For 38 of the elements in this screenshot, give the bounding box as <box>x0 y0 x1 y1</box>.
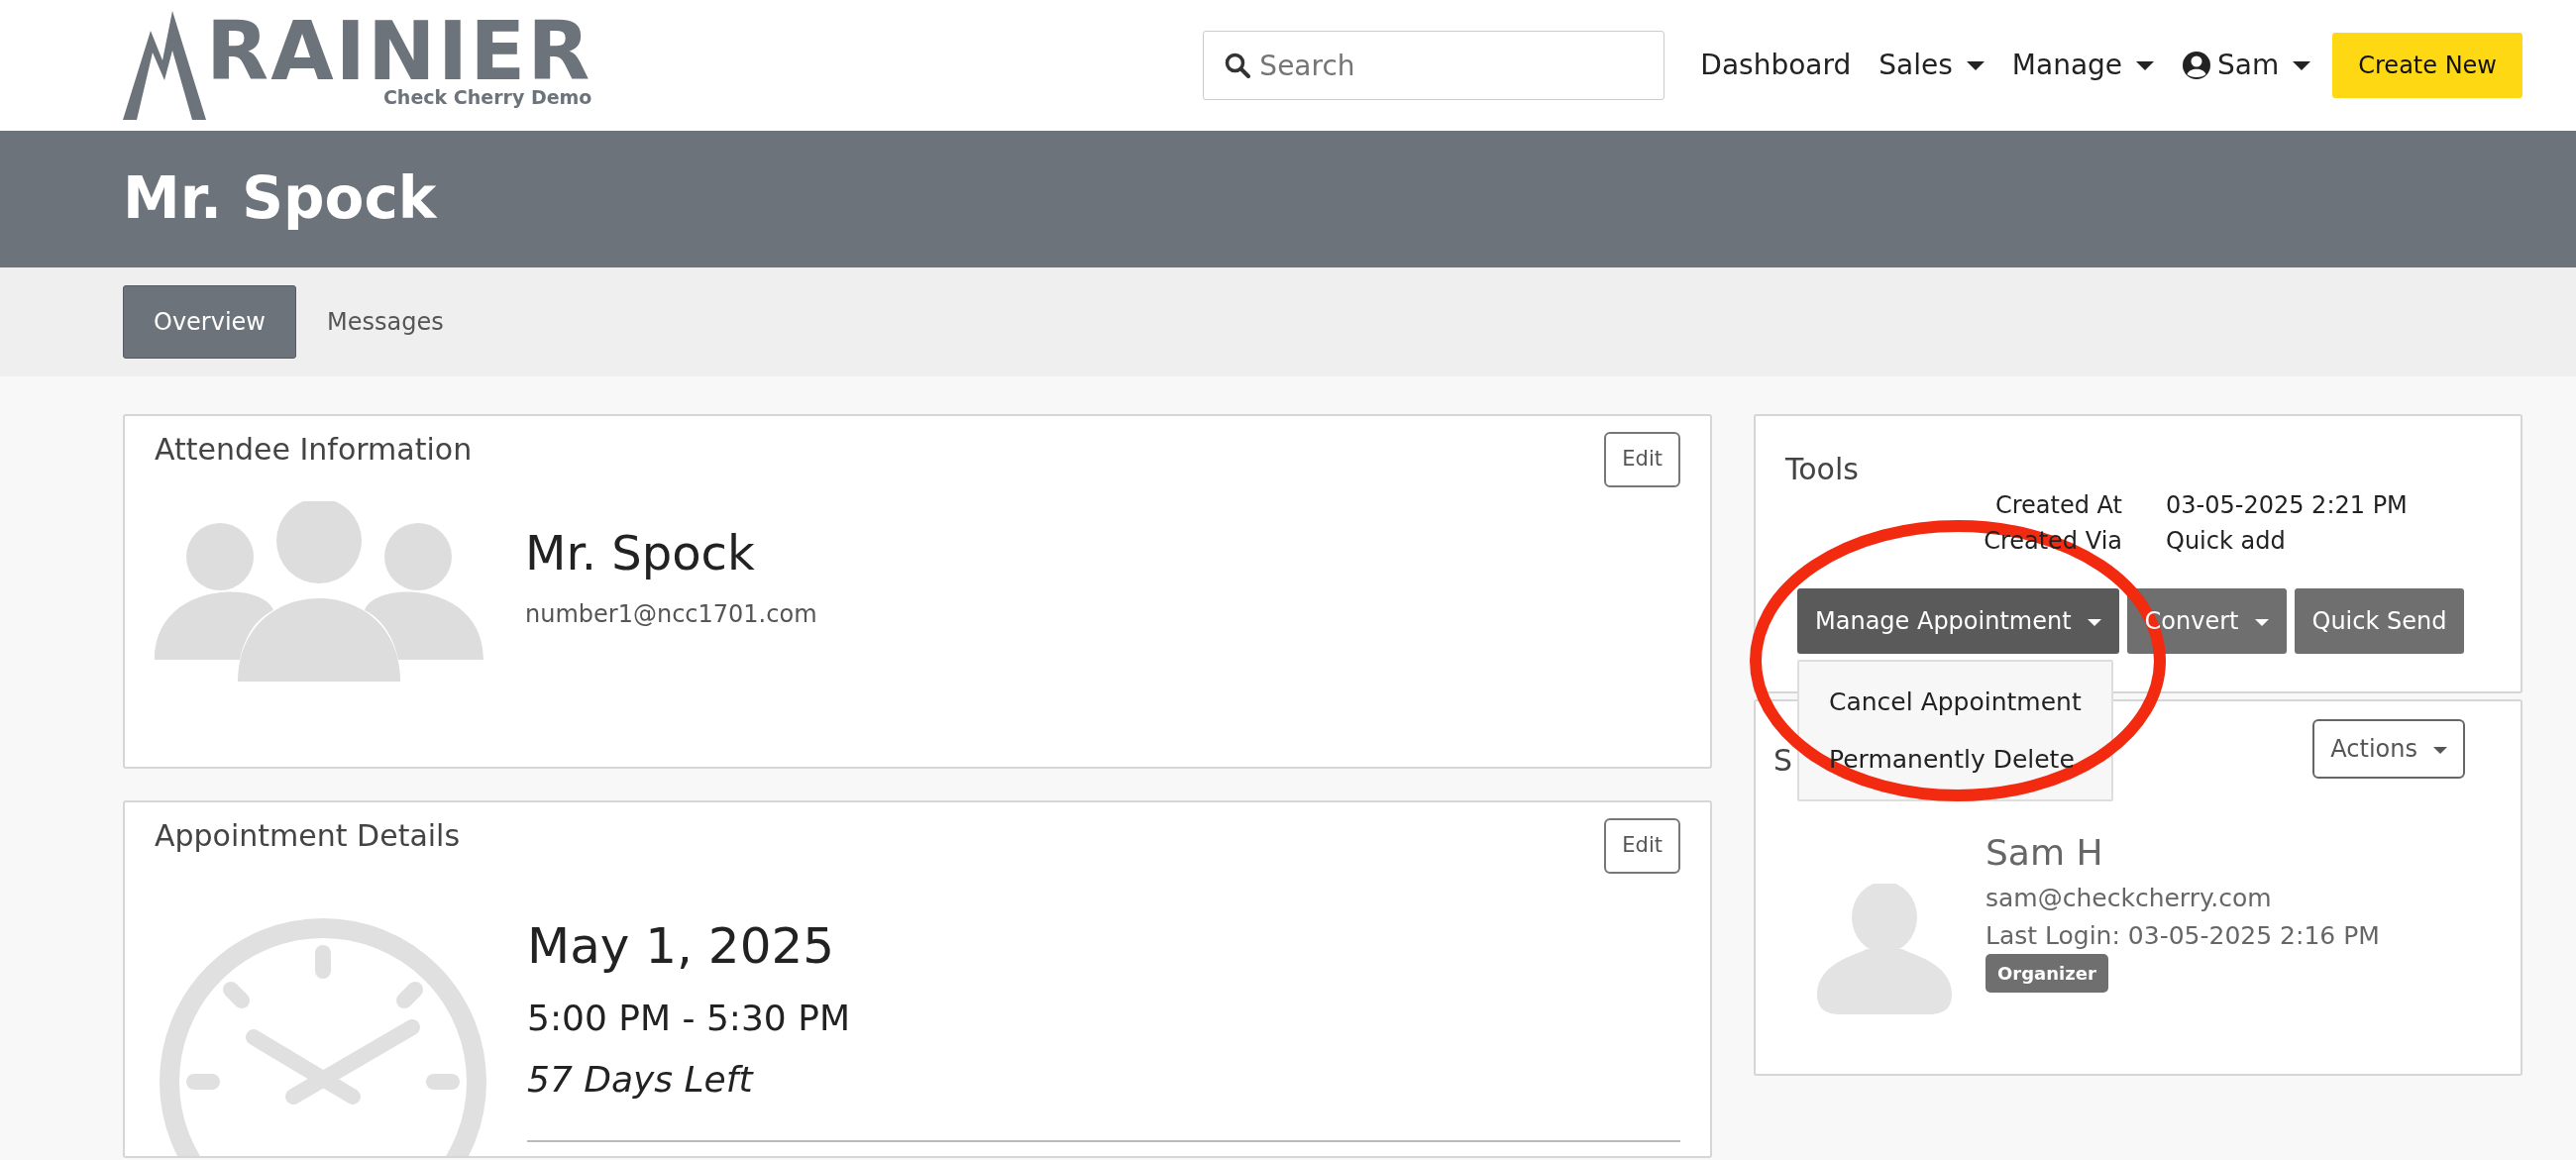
attendee-name: Mr. Spock <box>525 523 756 582</box>
page-title: Mr. Spock <box>123 164 437 234</box>
search-icon <box>1225 53 1251 78</box>
quick-send-button[interactable]: Quick Send <box>2294 588 2465 654</box>
detail-value: Quick add <box>2165 526 2286 557</box>
attendee-email: number1@ncc1701.com <box>525 598 817 630</box>
brand-tagline: Check Cherry Demo <box>382 88 592 107</box>
actions-button[interactable]: Actions <box>2312 719 2465 779</box>
card-title: Tools <box>1785 452 1860 487</box>
staff-email: sam@checkcherry.com <box>1986 883 2272 914</box>
menu-item[interactable]: Cancel Appointment <box>1799 674 2111 731</box>
detail-label: Created At <box>1994 490 2122 521</box>
dropdown-button[interactable]: Manage Appointment <box>1797 588 2119 654</box>
appointment-date: May 1, 2025 <box>527 915 836 977</box>
edit-button[interactable]: Edit <box>1604 818 1680 874</box>
tab[interactable]: Messages <box>296 285 475 359</box>
staff-name: Sam H <box>1986 831 2103 875</box>
tab[interactable]: Overview <box>123 285 296 359</box>
last-login: Last Login: 03-05-2025 2:16 PM <box>1986 919 2380 952</box>
detail-value: 03-05-2025 2:21 PM <box>2165 490 2408 521</box>
user-icon <box>2182 51 2212 80</box>
person-icon <box>1817 884 1952 1014</box>
nav-dropdown[interactable]: Sales <box>1865 45 1998 86</box>
mountain-logo-icon <box>123 11 206 120</box>
edit-button[interactable]: Edit <box>1604 432 1680 487</box>
nav-link[interactable]: Dashboard <box>1686 45 1866 86</box>
search-field[interactable]: Search <box>1203 31 1665 100</box>
appointment-time: 5:00 PM - 5:30 PM <box>527 996 851 1040</box>
card-title: Appointment Details <box>155 818 461 854</box>
card-title: S <box>1773 743 1793 779</box>
card-title: Attendee Information <box>155 432 473 468</box>
role-badge: Organizer <box>1986 954 2108 993</box>
days-left: 57 Days Left <box>527 1057 755 1102</box>
create-new-button[interactable]: Create New <box>2332 33 2522 98</box>
menu-item[interactable]: Permanently Delete <box>1799 730 2111 788</box>
people-icon <box>155 500 483 682</box>
nav-dropdown[interactable]: Manage <box>1997 45 2169 86</box>
user-menu[interactable]: Sam <box>2168 45 2325 86</box>
